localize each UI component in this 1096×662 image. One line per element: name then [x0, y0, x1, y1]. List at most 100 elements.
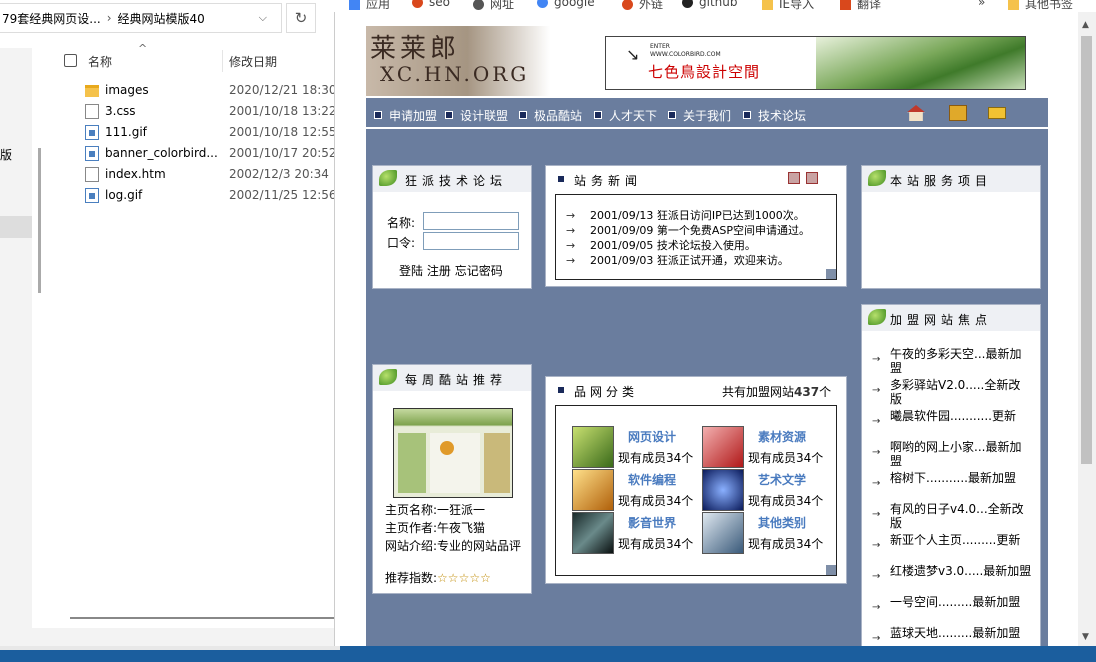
- category-programming[interactable]: 软件编程 现有成员34个: [572, 469, 702, 511]
- menu-item-cool-sites[interactable]: 极品酷站: [519, 107, 582, 124]
- home-name: 主页名称:一狂派一: [385, 503, 486, 517]
- category-name[interactable]: 艺术文学: [758, 471, 806, 488]
- gif-file-icon: [85, 125, 99, 140]
- news-item[interactable]: → 2001/09/09 第一个免费ASP空间申请通过。: [566, 222, 810, 238]
- box-header: 站务新闻: [546, 166, 846, 192]
- file-row[interactable]: index.htm 2002/12/3 20:34: [52, 164, 340, 185]
- column-date[interactable]: 修改日期: [229, 53, 277, 70]
- rating: 推荐指数:☆☆☆☆☆: [385, 569, 491, 586]
- news-text: 狂派日访问IP已达到1000次。: [656, 209, 805, 222]
- sort-up-icon: ^: [138, 42, 148, 55]
- category-name[interactable]: 素材资源: [758, 428, 806, 445]
- weekly-title: 每周酷站推荐: [405, 373, 508, 387]
- nav-item-label[interactable]: 版: [0, 146, 12, 163]
- file-name: log.gif: [105, 188, 143, 202]
- bullet-icon: [558, 387, 564, 393]
- password-input[interactable]: [423, 232, 519, 250]
- bookmark-github[interactable]: github: [682, 0, 737, 9]
- category-thumbnail: [572, 426, 614, 468]
- username-input[interactable]: [423, 212, 519, 230]
- scroll-up-arrow-icon[interactable]: ▲: [1082, 20, 1089, 30]
- bookmark-seo[interactable]: seo: [412, 0, 450, 9]
- bookmark-apps[interactable]: 应用: [349, 0, 390, 12]
- address-bar[interactable]: 79套经典网页设... › 经典网站模版40 ⌵: [0, 3, 282, 33]
- focus-item-text: 榕树下...........最新加盟: [890, 471, 1016, 485]
- category-thumbnail: [702, 512, 744, 554]
- apps-grid-icon: [349, 0, 360, 10]
- bookmark-other[interactable]: 其他书签: [1008, 0, 1073, 12]
- category-name[interactable]: 影音世界: [628, 514, 676, 531]
- bookmark-backlink[interactable]: 外链: [622, 0, 663, 12]
- menu-item-design-union[interactable]: 设计联盟: [445, 107, 508, 124]
- nav-scrollbar[interactable]: [38, 148, 41, 293]
- category-other[interactable]: 其他类别 现有成员34个: [702, 512, 832, 554]
- bookmark-translate[interactable]: 翻译: [840, 0, 881, 12]
- taskbar: [0, 646, 1096, 662]
- file-row[interactable]: images 2020/12/21 18:30: [52, 80, 340, 101]
- site-screenshot[interactable]: [393, 408, 513, 498]
- scrollbar-thumb[interactable]: [1081, 36, 1092, 464]
- select-all-checkbox[interactable]: [64, 54, 77, 67]
- category-media[interactable]: 影音世界 现有成员34个: [572, 512, 702, 554]
- menu-item-join[interactable]: 申请加盟: [374, 107, 437, 124]
- news-item[interactable]: → 2001/09/13 狂派日访问IP已达到1000次。: [566, 207, 805, 223]
- favorite-folder-icon[interactable]: [949, 105, 967, 121]
- refresh-icon[interactable]: ↻: [286, 3, 316, 33]
- bookmark-label: IE导入: [779, 0, 815, 11]
- menu-item-about[interactable]: 关于我们: [668, 107, 731, 124]
- arrow-icon: →: [872, 447, 881, 458]
- column-name[interactable]: 名称: [88, 53, 112, 70]
- file-row[interactable]: 111.gif 2001/10/18 12:55: [52, 122, 340, 143]
- site-logo[interactable]: 莱莱郎 XC.HN.ORG: [366, 26, 550, 96]
- bookmark-google[interactable]: google: [537, 0, 595, 9]
- category-name[interactable]: 其他类别: [758, 514, 806, 531]
- screenshot-part: [484, 433, 510, 493]
- column-divider[interactable]: [222, 50, 223, 72]
- category-thumbnail: [702, 426, 744, 468]
- login-link[interactable]: 登陆: [399, 264, 423, 278]
- bookmark-ie-import[interactable]: IE导入: [762, 0, 814, 12]
- category-name[interactable]: 软件编程: [628, 471, 676, 488]
- scroll-down-button[interactable]: [806, 172, 818, 184]
- breadcrumb-parent[interactable]: 79套经典网页设...: [2, 10, 101, 27]
- category-name[interactable]: 网页设计: [628, 428, 676, 445]
- register-link[interactable]: 注册: [427, 264, 451, 278]
- horizontal-scrollbar[interactable]: [70, 617, 338, 619]
- leaf-icon: [868, 309, 886, 325]
- category-materials[interactable]: 素材资源 现有成员34个: [702, 426, 832, 468]
- css-file-icon: [85, 104, 99, 119]
- menu-item-forum[interactable]: 技术论坛: [743, 107, 806, 124]
- file-row[interactable]: 3.css 2001/10/18 13:22: [52, 101, 340, 122]
- name-label: 名称:: [387, 216, 416, 230]
- home-icon[interactable]: [907, 105, 925, 121]
- logo-chinese: 莱莱郎: [370, 34, 461, 64]
- google-icon: [537, 0, 548, 8]
- github-icon: [682, 0, 693, 8]
- scroll-down-arrow-icon[interactable]: ▼: [1082, 632, 1089, 642]
- breadcrumb-current[interactable]: 经典网站模版40: [118, 10, 205, 27]
- bookmark-url[interactable]: 网址: [473, 0, 514, 12]
- bookmarks-more-icon[interactable]: »: [978, 0, 985, 9]
- news-item[interactable]: → 2001/09/05 技术论坛投入使用。: [566, 237, 756, 253]
- forgot-password-link[interactable]: 忘记密码: [455, 264, 503, 278]
- ad-banner[interactable]: ↘ ENTER WWW.COLORBIRD.COM 七色鳥設計空間: [605, 36, 1026, 90]
- nav-item-selected[interactable]: [0, 216, 32, 238]
- mail-icon[interactable]: [988, 107, 1006, 119]
- page-scrollbar[interactable]: ▲ ▼: [1078, 12, 1096, 646]
- screenshot-part: [440, 441, 454, 455]
- file-list: ^ 名称 修改日期 images 2020/12/21 18:30 3.css …: [52, 42, 340, 628]
- file-row[interactable]: log.gif 2002/11/25 12:56: [52, 185, 340, 206]
- news-item[interactable]: → 2001/09/03 狂派正试开通，欢迎来访。: [566, 252, 789, 268]
- total-suffix: 个: [819, 385, 832, 399]
- chevron-down-icon[interactable]: ⌵: [259, 11, 267, 25]
- bookmark-label: google: [554, 0, 595, 9]
- box-header: 每周酷站推荐: [373, 365, 531, 391]
- menu-item-talent[interactable]: 人才天下: [594, 107, 657, 124]
- category-arts[interactable]: 艺术文学 现有成员34个: [702, 469, 832, 511]
- news-date: 2001/09/09: [590, 224, 654, 237]
- file-row[interactable]: banner_colorbird... 2001/10/17 20:52: [52, 143, 340, 164]
- file-date: 2001/10/17 20:52: [229, 146, 337, 160]
- category-web-design[interactable]: 网页设计 现有成员34个: [572, 426, 702, 468]
- focus-item-text: 啊哟的网上小家...最新加盟: [890, 440, 1022, 468]
- scroll-up-button[interactable]: [788, 172, 800, 184]
